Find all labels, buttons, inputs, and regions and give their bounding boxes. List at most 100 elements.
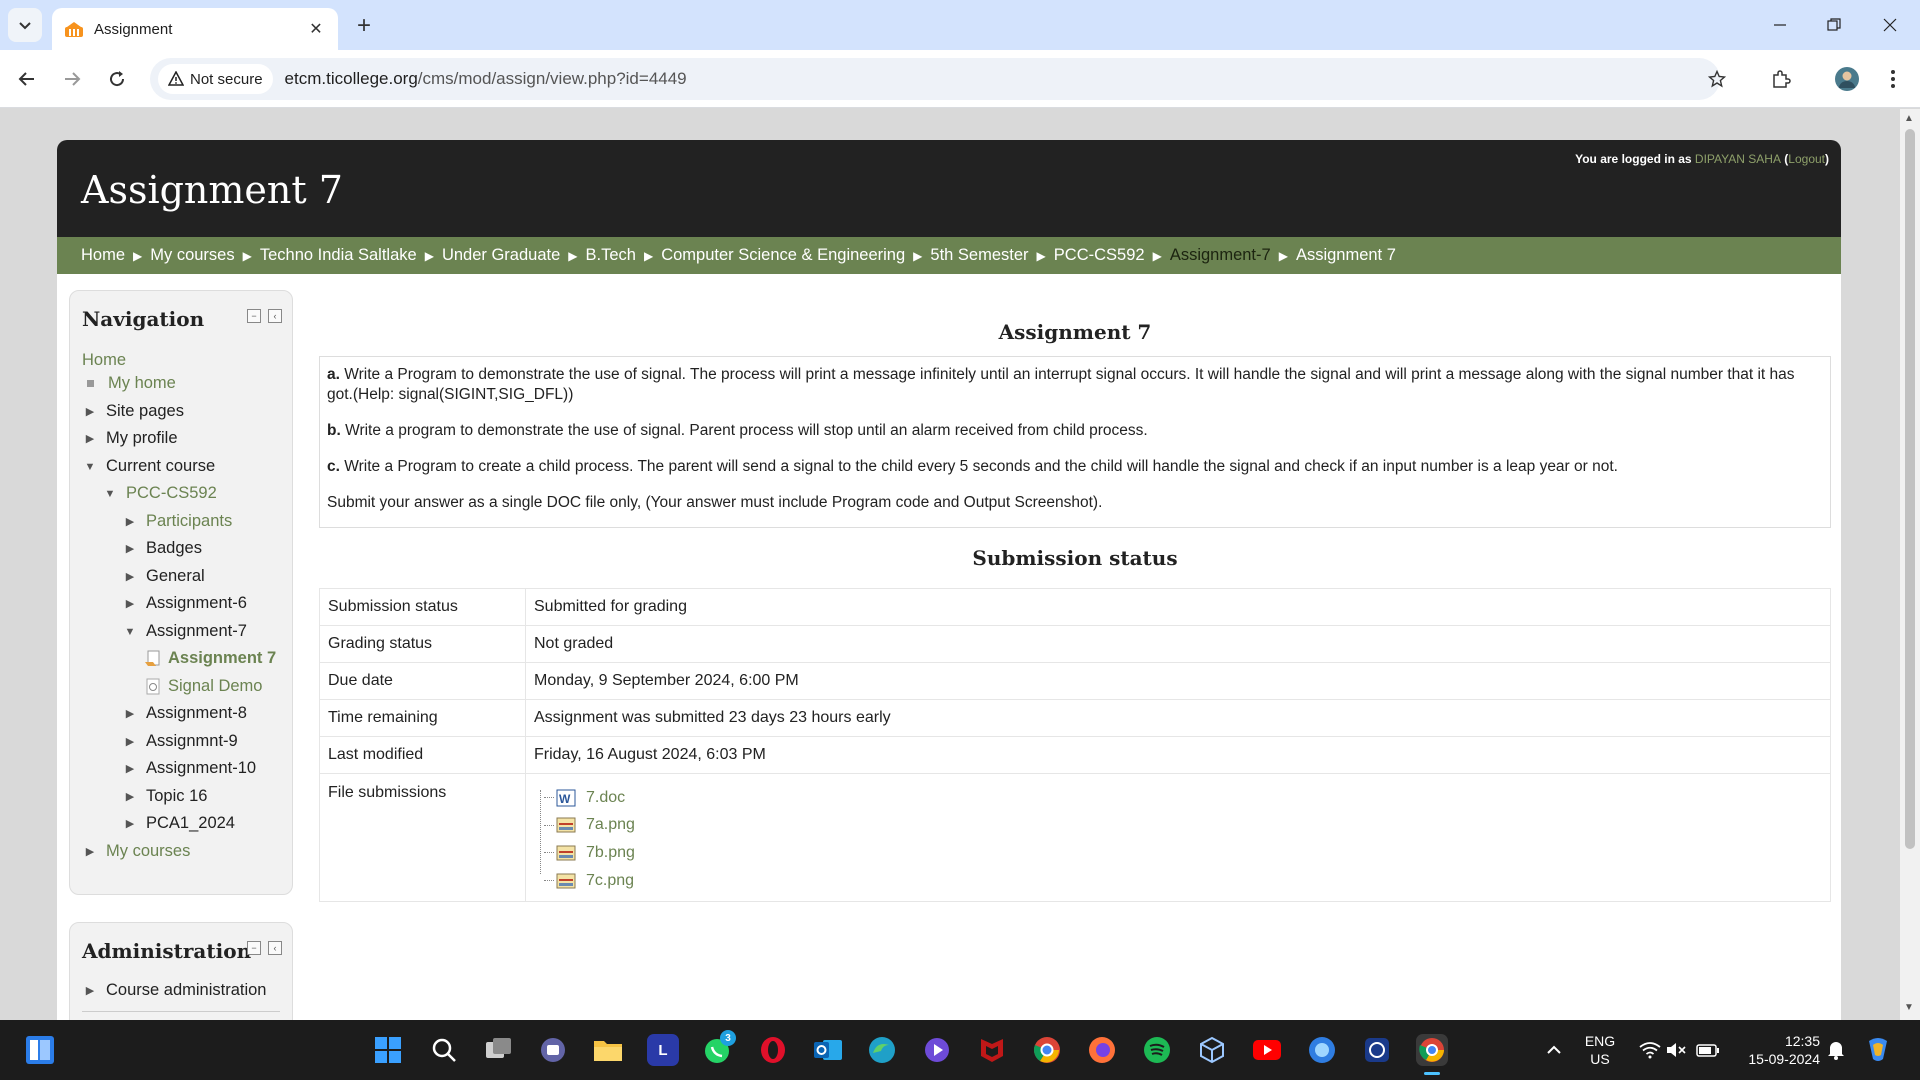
gclient-icon[interactable] — [1361, 1034, 1393, 1066]
intro-paragraph: Submit your answer as a single DOC file … — [327, 493, 1823, 513]
nav-site-pages-label: Site pages — [106, 402, 184, 420]
file-link[interactable]: 7b.png — [586, 844, 635, 862]
nav-signal-demo[interactable]: Signal Demo — [144, 677, 262, 696]
opera-icon[interactable] — [757, 1034, 789, 1066]
nav-my-courses[interactable]: ▶ My courses — [84, 842, 191, 861]
breadcrumb-semester[interactable]: 5th Semester — [930, 246, 1028, 265]
user-name-link[interactable]: DIPAYAN SAHA — [1695, 152, 1781, 166]
caret-right-icon: ▶ — [85, 846, 95, 858]
chrome-icon[interactable] — [1031, 1034, 1063, 1066]
minimize-icon[interactable] — [1762, 10, 1798, 40]
nav-assignment-10[interactable]: ▶ Assignment-10 — [124, 759, 256, 778]
navigation-block: Navigation − ‹ Home My home ▶ Site pages … — [69, 290, 293, 895]
table-row: Last modified Friday, 16 August 2024, 6:… — [319, 736, 1831, 774]
block-controls: − ‹ — [247, 309, 282, 323]
windows-widget-icon[interactable] — [24, 1034, 56, 1066]
nav-assignment-8[interactable]: ▶ Assignment-8 — [124, 704, 247, 723]
file-link[interactable]: 7a.png — [586, 816, 635, 834]
scrollbar-thumb[interactable] — [1905, 129, 1915, 849]
nav-assignment-9[interactable]: ▶ Assignmnt-9 — [124, 732, 238, 751]
page-viewport: Assignment 7 You are logged in as DIPAYA… — [0, 109, 1900, 1020]
logout-link[interactable]: Logout — [1788, 152, 1825, 166]
page-scrollbar[interactable]: ▲ ▼ — [1900, 109, 1920, 1020]
edge-icon[interactable] — [866, 1034, 898, 1066]
line-app-label: L — [658, 1041, 668, 1059]
battery-icon[interactable] — [1692, 1034, 1724, 1066]
forward-arrow-icon[interactable] — [57, 64, 87, 94]
breadcrumb-course[interactable]: PCC-CS592 — [1054, 246, 1145, 265]
profile-avatar[interactable] — [1832, 64, 1862, 94]
intro-text: Write a Program to create a child proces… — [344, 458, 1618, 475]
breadcrumb-section[interactable]: Assignment-7 — [1170, 246, 1271, 265]
file-explorer-icon[interactable] — [592, 1034, 624, 1066]
dock-block-icon[interactable]: ‹ — [268, 309, 282, 323]
media-player-icon[interactable] — [921, 1034, 953, 1066]
collapse-block-icon[interactable]: − — [247, 309, 261, 323]
nav-assignment-7-current[interactable]: Assignment 7 — [144, 649, 276, 668]
restore-icon[interactable] — [1816, 10, 1852, 40]
browser-app-icon[interactable] — [1306, 1034, 1338, 1066]
reload-icon[interactable] — [102, 64, 132, 94]
chevron-up-icon[interactable] — [1538, 1034, 1570, 1066]
nav-participants[interactable]: ▶ Participants — [124, 512, 232, 531]
nav-badges[interactable]: ▶ Badges — [124, 539, 202, 558]
nav-assignment-6[interactable]: ▶ Assignment-6 — [124, 594, 247, 613]
breadcrumb-techno-india[interactable]: Techno India Saltlake — [260, 246, 417, 265]
close-icon[interactable]: ✕ — [306, 19, 326, 39]
nav-current-course[interactable]: ▼ Current course — [84, 457, 216, 476]
extensions-puzzle-icon[interactable] — [1766, 64, 1796, 94]
scroll-down-icon[interactable]: ▼ — [1904, 1002, 1914, 1013]
nav-assignment-7-section[interactable]: ▼ Assignment-7 — [124, 622, 247, 641]
youtube-icon[interactable] — [1251, 1034, 1283, 1066]
back-arrow-icon[interactable] — [12, 64, 42, 94]
clock-date: 15-09-2024 — [1748, 1051, 1820, 1067]
url-text[interactable]: etcm.ticollege.org/cms/mod/assign/view.p… — [285, 69, 687, 89]
tab-search-button[interactable] — [8, 8, 42, 42]
breadcrumb-my-courses[interactable]: My courses — [150, 246, 234, 265]
nav-site-pages[interactable]: ▶ Site pages — [84, 402, 184, 421]
window-close-icon[interactable] — [1872, 10, 1908, 40]
firefox-icon[interactable] — [1086, 1034, 1118, 1066]
browser-tab-active[interactable]: Assignment ✕ — [52, 8, 338, 50]
copilot-icon[interactable] — [1862, 1034, 1894, 1066]
nav-signal-demo-label: Signal Demo — [168, 677, 263, 695]
address-bar[interactable]: Not secure etcm.ticollege.org/cms/mod/as… — [150, 58, 1720, 100]
dock-block-icon[interactable]: ‹ — [268, 941, 282, 955]
nav-home[interactable]: Home — [82, 351, 126, 370]
nav-course-pcc-cs592[interactable]: ▼ PCC-CS592 — [104, 484, 217, 503]
new-tab-button[interactable]: + — [350, 12, 378, 40]
virtualbox-icon[interactable] — [1196, 1034, 1228, 1066]
file-link[interactable]: 7c.png — [586, 872, 634, 890]
breadcrumb-under-graduate[interactable]: Under Graduate — [442, 246, 560, 265]
language-indicator[interactable]: ENG US — [1580, 1032, 1620, 1068]
security-indicator[interactable]: Not secure — [158, 64, 273, 94]
nav-topic-16[interactable]: ▶ Topic 16 — [124, 787, 208, 806]
nav-pca1-2024[interactable]: ▶ PCA1_2024 — [124, 814, 235, 833]
collapse-block-icon[interactable]: − — [247, 941, 261, 955]
search-icon[interactable] — [428, 1034, 460, 1066]
scroll-up-icon[interactable]: ▲ — [1904, 113, 1914, 124]
whatsapp-icon[interactable]: 3 — [702, 1030, 736, 1066]
breadcrumb-cse[interactable]: Computer Science & Engineering — [661, 246, 905, 265]
mcafee-icon[interactable] — [976, 1034, 1008, 1066]
file-link[interactable]: 7.doc — [586, 789, 625, 807]
login-info-prefix: You are logged in as — [1575, 152, 1692, 166]
breadcrumb-btech[interactable]: B.Tech — [586, 246, 636, 265]
teams-chat-icon[interactable] — [537, 1034, 569, 1066]
windows-start-icon[interactable] — [372, 1034, 404, 1066]
notification-bell-icon[interactable] — [1820, 1034, 1852, 1066]
nav-my-profile[interactable]: ▶ My profile — [84, 429, 178, 448]
clock[interactable]: 12:35 15-09-2024 — [1730, 1032, 1820, 1068]
nav-general[interactable]: ▶ General — [124, 567, 205, 586]
spotify-icon[interactable] — [1141, 1034, 1173, 1066]
volume-muted-icon[interactable] — [1660, 1034, 1692, 1066]
bookmark-star-icon[interactable] — [1702, 64, 1732, 94]
nav-course-administration[interactable]: ▶ Course administration — [84, 981, 267, 1000]
line-app-icon[interactable]: L — [647, 1034, 679, 1066]
outlook-icon[interactable] — [812, 1034, 844, 1066]
breadcrumb-home[interactable]: Home — [81, 246, 125, 265]
chrome-profile-active-icon[interactable] — [1416, 1034, 1448, 1075]
task-view-icon[interactable] — [483, 1034, 515, 1066]
nav-my-home[interactable]: My home — [84, 374, 176, 393]
menu-kebab-icon[interactable] — [1878, 64, 1908, 94]
